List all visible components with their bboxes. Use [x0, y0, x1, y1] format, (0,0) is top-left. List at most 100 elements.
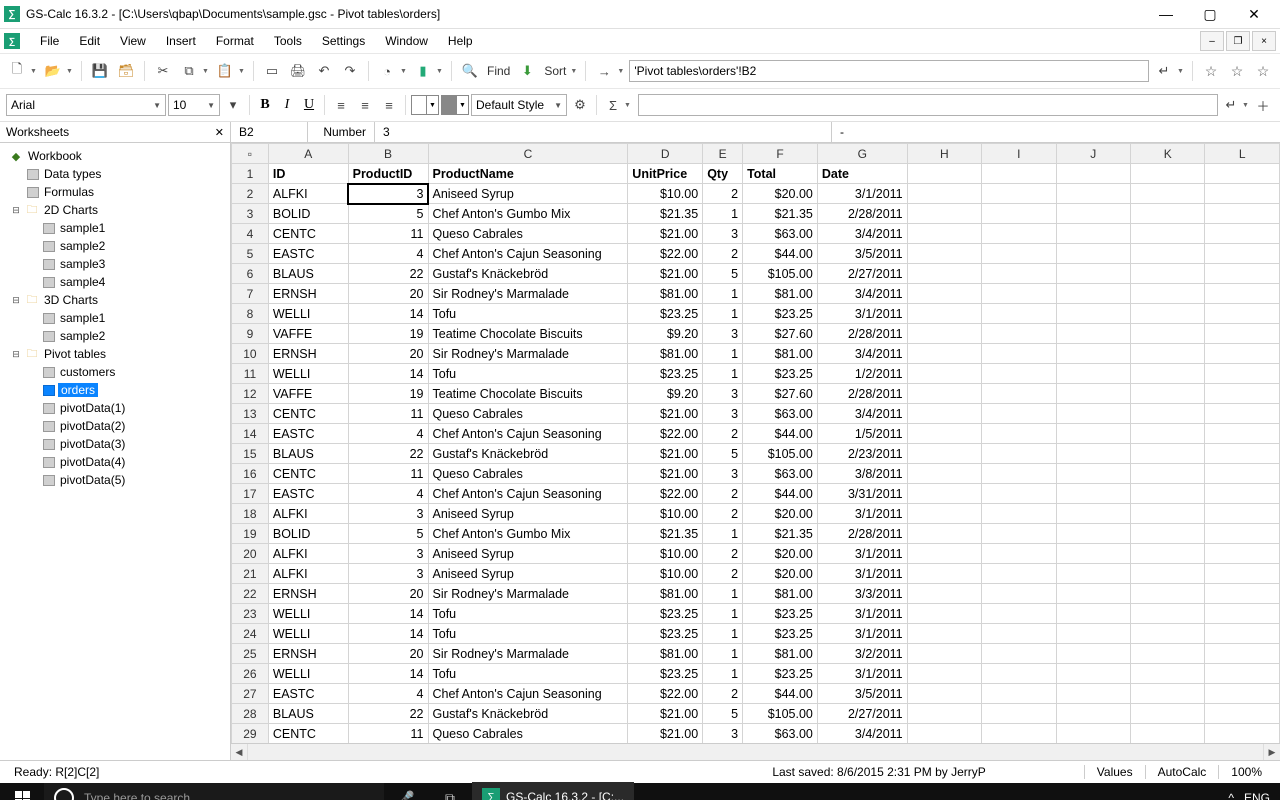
cell[interactable]: 3/31/2011	[817, 484, 907, 504]
gear-icon[interactable]: ⚙	[569, 94, 591, 116]
underline-button[interactable]: U	[299, 95, 319, 115]
tree-2d-sample3[interactable]: sample3	[0, 255, 230, 273]
menu-format[interactable]: Format	[206, 31, 264, 51]
scroll-left-icon[interactable]: ◀	[231, 744, 248, 760]
cell[interactable]: WELLI	[268, 624, 348, 644]
status-autocalc[interactable]: AutoCalc	[1145, 765, 1219, 779]
cell[interactable]	[1056, 664, 1130, 684]
row-header-12[interactable]: 12	[232, 384, 269, 404]
cell[interactable]	[907, 264, 981, 284]
cell[interactable]: Queso Cabrales	[428, 724, 628, 744]
cell[interactable]: $9.20	[628, 384, 703, 404]
cell[interactable]: $27.60	[743, 384, 818, 404]
cell[interactable]	[1056, 204, 1130, 224]
cell[interactable]	[982, 604, 1056, 624]
cell[interactable]: $23.25	[743, 624, 818, 644]
find-label[interactable]: Find	[485, 64, 512, 78]
cell[interactable]: 3/4/2011	[817, 344, 907, 364]
cell[interactable]	[1130, 244, 1204, 264]
tree-pivotdata4[interactable]: pivotData(4)	[0, 453, 230, 471]
cell[interactable]: $10.00	[628, 564, 703, 584]
cell[interactable]	[907, 704, 981, 724]
start-button[interactable]	[0, 783, 44, 800]
cell[interactable]: $81.00	[628, 284, 703, 304]
cell[interactable]	[907, 344, 981, 364]
cell[interactable]: 20	[348, 584, 428, 604]
row-header-15[interactable]: 15	[232, 444, 269, 464]
cell[interactable]	[1130, 484, 1204, 504]
tree-3d-sample2[interactable]: sample2	[0, 327, 230, 345]
cell[interactable]: 3/5/2011	[817, 244, 907, 264]
row-header-3[interactable]: 3	[232, 204, 269, 224]
cell[interactable]: BLAUS	[268, 444, 348, 464]
cell[interactable]	[982, 664, 1056, 684]
cell[interactable]: Teatime Chocolate Biscuits	[428, 384, 628, 404]
cell[interactable]: 19	[348, 384, 428, 404]
fill-color[interactable]: ▼	[441, 95, 469, 115]
cell[interactable]: Tofu	[428, 304, 628, 324]
cell[interactable]: $44.00	[743, 484, 818, 504]
cell[interactable]	[982, 644, 1056, 664]
cell[interactable]: 3/1/2011	[817, 624, 907, 644]
cell[interactable]	[982, 164, 1056, 184]
col-header-A[interactable]: A	[268, 144, 348, 164]
cell[interactable]	[907, 564, 981, 584]
cell[interactable]	[907, 404, 981, 424]
cell[interactable]: 14	[348, 604, 428, 624]
header-cell[interactable]: Qty	[703, 164, 743, 184]
cell[interactable]	[907, 284, 981, 304]
cell[interactable]: 2	[703, 184, 743, 204]
cell[interactable]	[1205, 424, 1280, 444]
cell[interactable]: $44.00	[743, 424, 818, 444]
cell[interactable]: 1/2/2011	[817, 364, 907, 384]
cell[interactable]: 3	[703, 384, 743, 404]
header-cell[interactable]: ProductID	[348, 164, 428, 184]
cell[interactable]: 1	[703, 344, 743, 364]
cell[interactable]: $21.00	[628, 404, 703, 424]
col-header-C[interactable]: C	[428, 144, 628, 164]
cell[interactable]	[982, 704, 1056, 724]
cell[interactable]	[1205, 684, 1280, 704]
cell[interactable]	[1130, 264, 1204, 284]
cell[interactable]: Gustaf's Knäckebröd	[428, 264, 628, 284]
cell[interactable]	[1056, 184, 1130, 204]
spreadsheet-grid[interactable]: ▫ABCDEFGHIJKL1IDProductIDProductNameUnit…	[231, 143, 1280, 743]
cell[interactable]: $21.35	[743, 524, 818, 544]
cell[interactable]: $23.25	[743, 604, 818, 624]
tree-3d-charts[interactable]: ⊟🗀3D Charts	[0, 291, 230, 309]
cell[interactable]	[907, 164, 981, 184]
cell[interactable]: 11	[348, 404, 428, 424]
cell[interactable]: $21.35	[628, 204, 703, 224]
cell[interactable]: Tofu	[428, 604, 628, 624]
cell[interactable]	[907, 244, 981, 264]
cell[interactable]	[1130, 424, 1204, 444]
style-combo[interactable]: Default Style▼	[471, 94, 567, 116]
cell[interactable]: EASTC	[268, 424, 348, 444]
cell[interactable]: Aniseed Syrup	[428, 184, 628, 204]
cell[interactable]	[1056, 224, 1130, 244]
row-header-29[interactable]: 29	[232, 724, 269, 744]
cell[interactable]	[1130, 204, 1204, 224]
cell[interactable]: $10.00	[628, 184, 703, 204]
cell[interactable]	[1205, 304, 1280, 324]
cell[interactable]	[1130, 344, 1204, 364]
cell[interactable]	[1056, 244, 1130, 264]
cell[interactable]: $23.25	[628, 604, 703, 624]
cell[interactable]	[1205, 544, 1280, 564]
cell[interactable]: BLAUS	[268, 264, 348, 284]
cell[interactable]	[982, 304, 1056, 324]
header-cell[interactable]: ID	[268, 164, 348, 184]
row-header-14[interactable]: 14	[232, 424, 269, 444]
cell[interactable]: EASTC	[268, 484, 348, 504]
cell[interactable]	[1056, 464, 1130, 484]
row-header-17[interactable]: 17	[232, 484, 269, 504]
cell[interactable]	[907, 364, 981, 384]
cell[interactable]	[907, 584, 981, 604]
cell[interactable]	[982, 584, 1056, 604]
cell[interactable]: $63.00	[743, 464, 818, 484]
cell[interactable]: Queso Cabrales	[428, 224, 628, 244]
cell[interactable]: 11	[348, 724, 428, 744]
row-header-8[interactable]: 8	[232, 304, 269, 324]
fav2-icon[interactable]: ☆	[1226, 60, 1248, 82]
row-header-6[interactable]: 6	[232, 264, 269, 284]
